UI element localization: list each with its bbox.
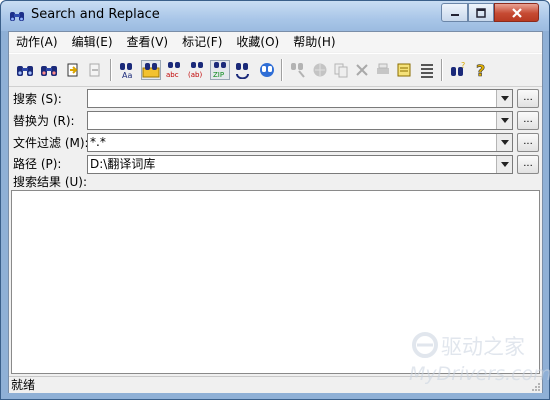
list-icon [421,64,433,78]
globe-icon [313,63,327,77]
globe-button[interactable] [310,60,330,80]
search-results-list[interactable] [11,190,540,374]
print-button[interactable] [373,60,393,80]
web-search-icon [260,63,274,77]
menu-view[interactable]: 查看(V) [120,33,176,51]
search-label: 搜索 (S): [13,92,62,106]
svg-text:ZIP: ZIP [213,71,224,79]
replace-abc-icon: abc [166,62,180,79]
search-binoculars-icon [17,66,33,76]
svg-text:?: ? [476,61,485,79]
results-label: 搜索结果 (U): [13,175,88,189]
menu-favorites[interactable]: 收藏(O) [229,33,286,51]
path-dropdown-button[interactable] [496,156,512,173]
svg-text:abc: abc [166,71,179,79]
replace-combobox[interactable] [87,111,513,130]
copy-button[interactable] [331,60,351,80]
search-button[interactable] [15,60,35,80]
filter-input[interactable]: *.* [90,135,106,150]
move-icon [89,63,100,77]
app-window: Search and Replace 动作(A) 编辑(E) 查看(V) 标记(… [0,0,550,400]
search-dropdown-button[interactable] [496,90,512,107]
status-bar: 就绪 [9,376,542,393]
status-text: 就绪 [11,378,36,392]
close-icon [511,7,522,18]
path-label: 路径 (P): [13,157,62,171]
client-area: 动作(A) 编辑(E) 查看(V) 标记(F) 收藏(O) 帮助(H) Aa a… [8,31,543,393]
search-combobox[interactable] [87,89,513,108]
search-folder-icon [142,63,160,78]
chevron-down-icon [500,118,509,123]
path-input[interactable]: D:\翻译词库 [90,157,155,172]
delete-button[interactable] [352,60,372,80]
window-title: Search and Replace [31,7,160,22]
web-search-button[interactable] [257,60,277,80]
print-icon [377,63,389,74]
search-folder-button[interactable] [141,60,161,80]
toolbar-separator [281,59,283,81]
title-bar[interactable]: Search and Replace [1,1,549,31]
filter-browse-button[interactable]: ... [517,133,539,152]
refresh-button[interactable] [233,60,253,80]
help-search-icon: ? [451,61,465,76]
list-button[interactable] [417,60,437,80]
binoculars-icon [10,12,24,21]
minimize-icon [450,13,459,16]
minimize-button[interactable] [441,3,468,22]
chevron-down-icon [500,96,509,101]
filter-dropdown-button[interactable] [496,134,512,151]
replace-ab-icon: (ab) [188,62,203,79]
chevron-down-icon [500,140,509,145]
path-combobox[interactable]: D:\翻译词库 [87,155,513,174]
svg-text:Aa: Aa [122,71,132,79]
scroll-button[interactable] [394,60,414,80]
font-search-button[interactable]: Aa [117,60,137,80]
path-browse-button[interactable]: ... [517,155,539,174]
find-disabled-icon [291,63,305,78]
resize-grip-icon[interactable] [530,381,541,392]
chevron-down-icon [500,162,509,167]
svg-text:?: ? [461,61,465,70]
replace-label: 替换为 (R): [13,114,75,128]
close-button[interactable] [494,3,539,22]
find-button[interactable] [288,60,308,80]
replace-dropdown-button[interactable] [496,112,512,129]
maximize-icon [476,7,486,18]
move-button[interactable] [85,60,105,80]
replace-abc-button[interactable]: abc [164,60,184,80]
replace-ab-button[interactable]: (ab) [187,60,207,80]
zip-search-button[interactable]: ZIP [210,60,230,80]
question-mark-icon: ? [476,61,486,79]
search-replace-button[interactable] [39,60,59,80]
font-search-icon: Aa [120,63,132,79]
maximize-button[interactable] [468,3,494,22]
menu-mark[interactable]: 标记(F) [175,33,229,51]
refresh-icon [236,63,249,79]
toolbar-separator [110,59,112,81]
scroll-icon [397,63,411,77]
menu-edit[interactable]: 编辑(E) [65,33,120,51]
search-browse-button[interactable]: ... [517,89,539,108]
menu-bar: 动作(A) 编辑(E) 查看(V) 标记(F) 收藏(O) 帮助(H) [9,32,542,52]
search-replace-binoculars-icon [41,66,57,76]
filter-label: 文件过滤 (M): [13,136,89,150]
menu-help[interactable]: 帮助(H) [286,33,342,51]
menu-action[interactable]: 动作(A) [9,33,65,51]
delete-x-icon [356,64,368,76]
help-button[interactable]: ? [471,60,491,80]
svg-text:(ab): (ab) [188,71,202,79]
zip-search-icon: ZIP [213,62,226,79]
toolbar-separator [441,59,443,81]
copy-icon [334,63,348,78]
open-file-icon [67,63,78,77]
open-file-button[interactable] [63,60,83,80]
toolbar: Aa abc (ab) ZIP ? ? [9,53,542,87]
filter-combobox[interactable]: *.* [87,133,513,152]
replace-browse-button[interactable]: ... [517,111,539,130]
help-search-button[interactable]: ? [448,60,468,80]
